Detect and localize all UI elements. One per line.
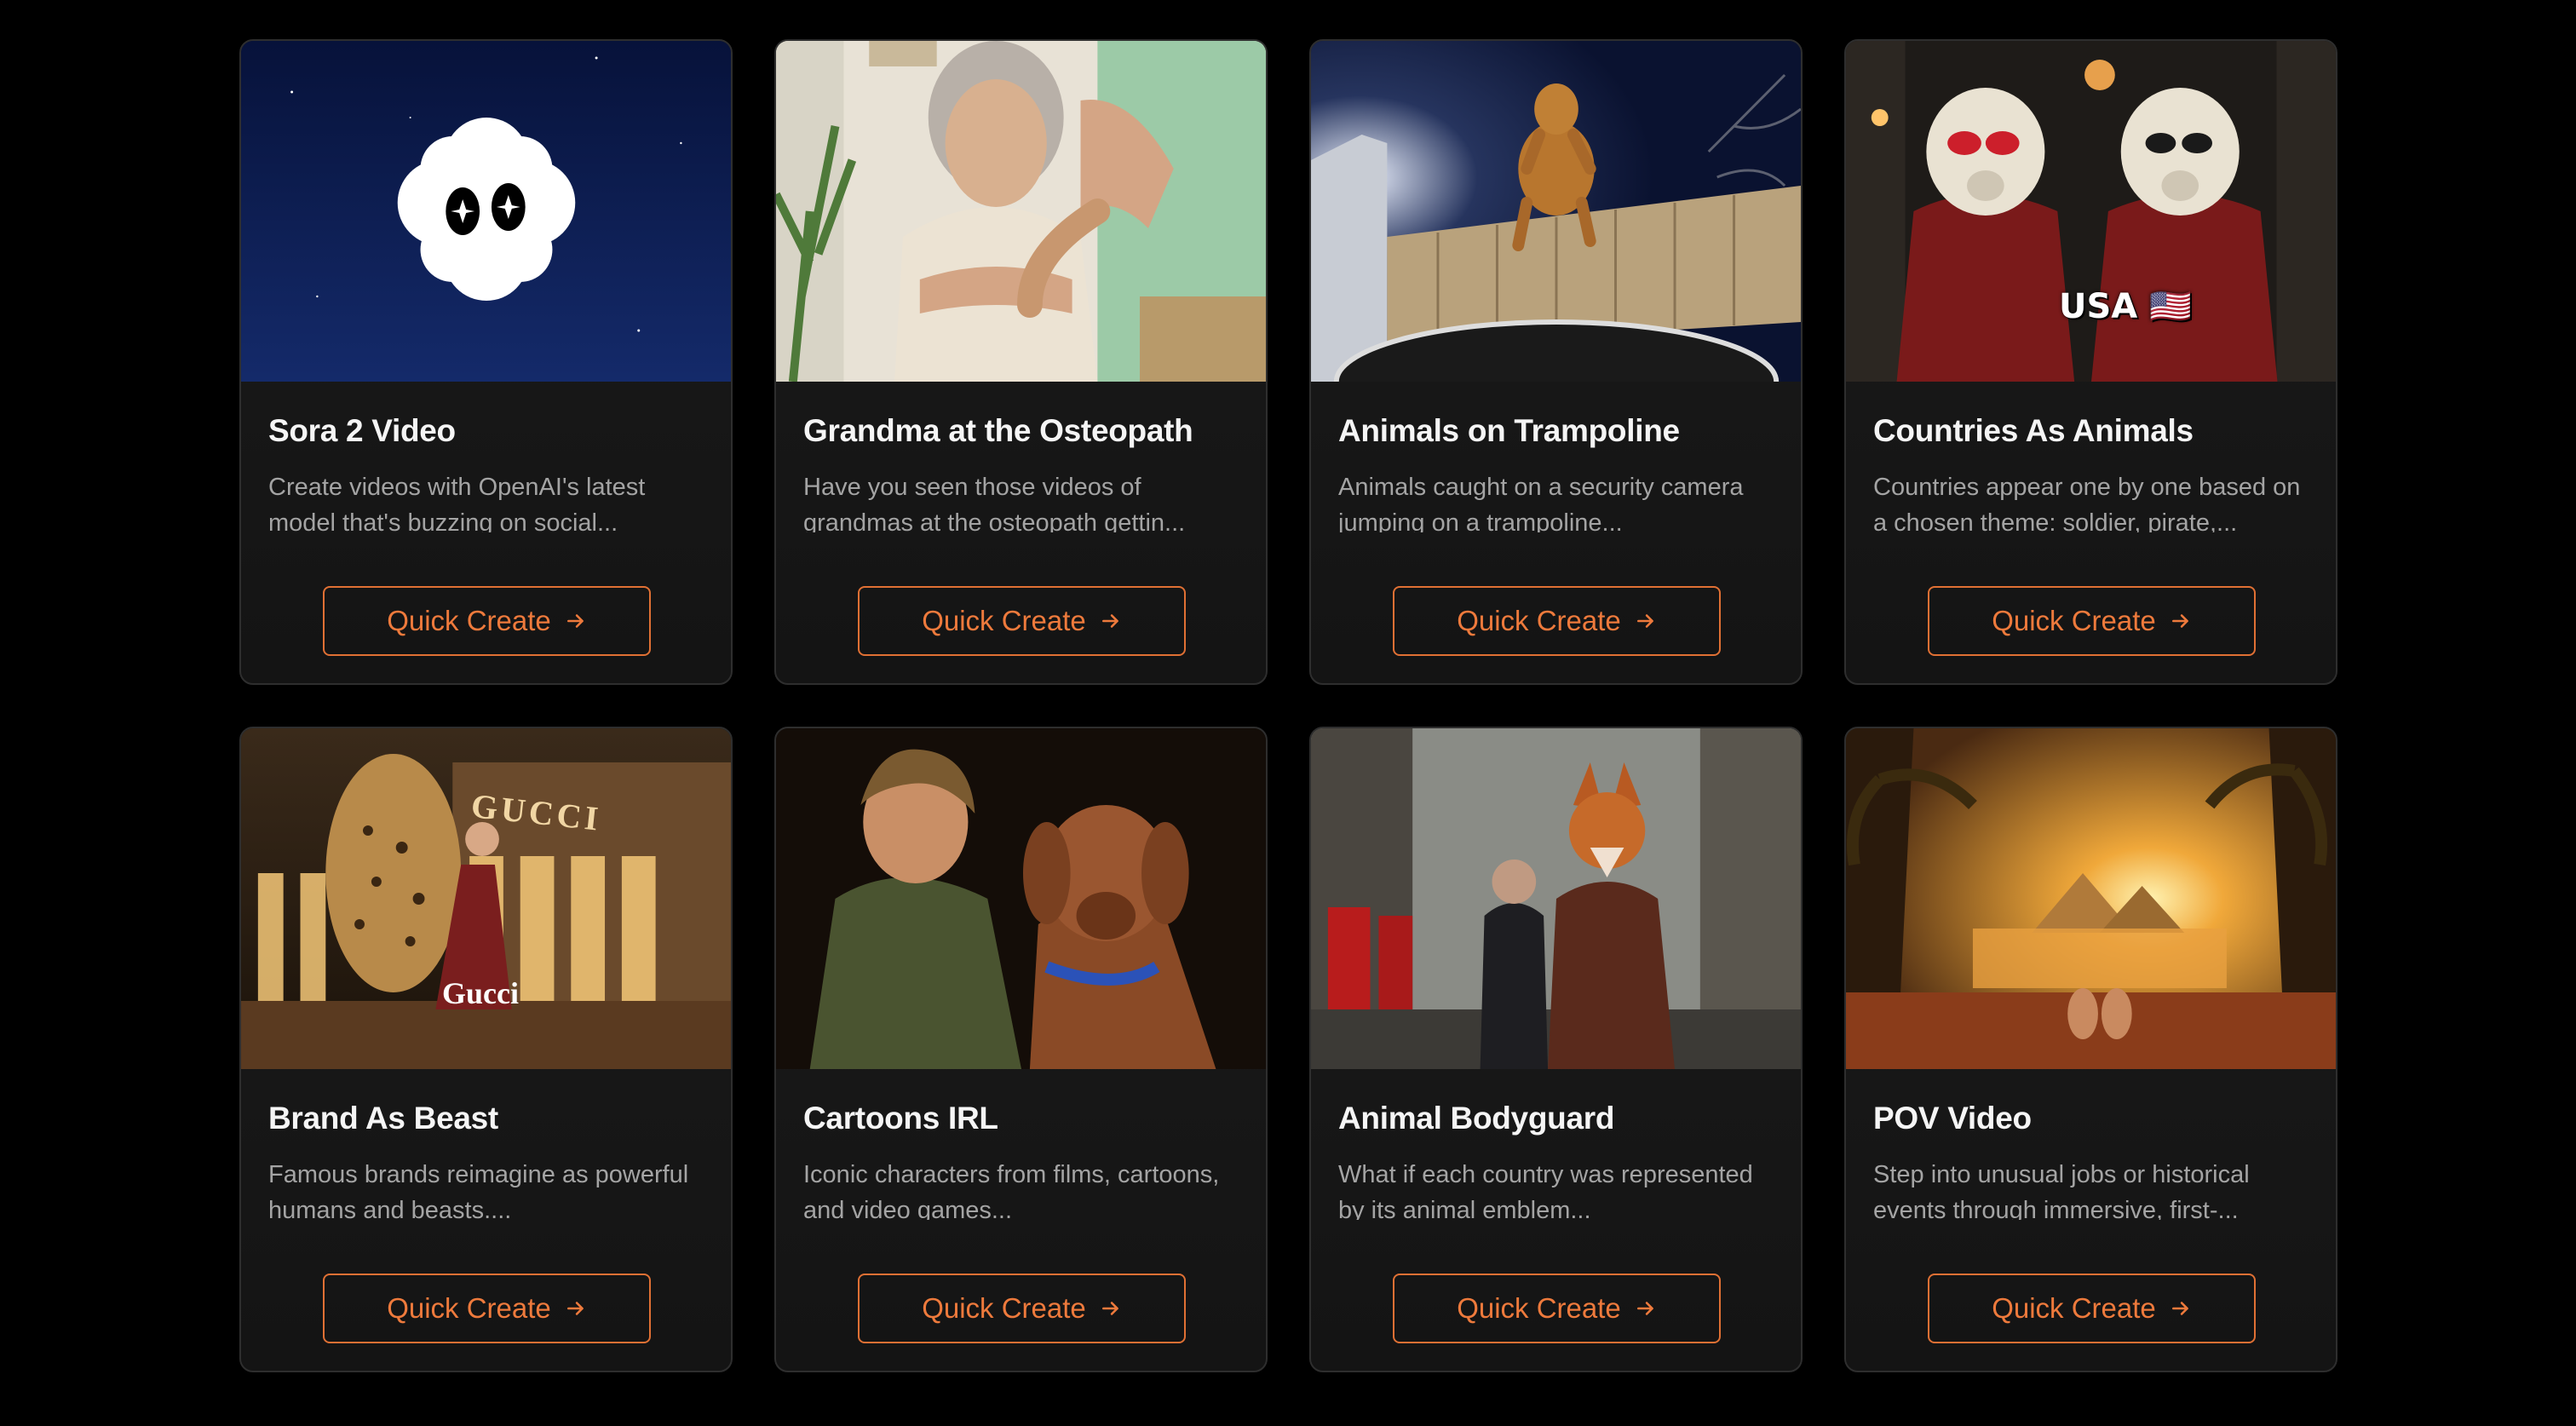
card-title: Countries As Animals bbox=[1873, 413, 2194, 448]
brand-overlay-label: Gucci bbox=[442, 976, 519, 1010]
template-card[interactable]: USA 🇺🇸 Countries As Animals Countries ap… bbox=[1844, 39, 2337, 685]
fox-bodyguard-image bbox=[1311, 728, 1801, 1069]
card-thumbnail[interactable] bbox=[1311, 728, 1801, 1069]
card-description: Animals caught on a security camera jump… bbox=[1338, 474, 1744, 532]
card-title: Animals on Trampoline bbox=[1338, 413, 1680, 448]
sora-logo-image bbox=[241, 41, 731, 382]
card-title: Grandma at the Osteopath bbox=[803, 413, 1193, 448]
quick-create-label: Quick Create bbox=[1992, 1292, 2156, 1324]
card-title: Sora 2 Video bbox=[268, 413, 456, 448]
card-title: Brand As Beast bbox=[268, 1101, 498, 1136]
template-card[interactable]: GUCCI Gucci Brand As Beast Famous brands… bbox=[239, 727, 733, 1372]
leopard-gucci-image bbox=[241, 728, 731, 1069]
arrow-right-icon bbox=[1101, 1302, 1118, 1315]
card-description: Create videos with OpenAI's latest model… bbox=[268, 474, 646, 532]
template-card[interactable]: Animal Bodyguard What if each country wa… bbox=[1309, 727, 1803, 1372]
card-thumbnail[interactable]: USA 🇺🇸 bbox=[1846, 41, 2336, 382]
template-card[interactable]: Sora 2 Video Create videos with OpenAI's… bbox=[239, 39, 733, 685]
quick-create-button[interactable]: Quick Create bbox=[858, 1274, 1186, 1343]
card-description: Iconic characters from films, cartoons, … bbox=[803, 1161, 1220, 1220]
card-description: Countries appear one by one based on a c… bbox=[1873, 474, 2301, 532]
template-card[interactable]: Grandma at the Osteopath Have you seen t… bbox=[774, 39, 1268, 685]
card-description: Step into unusual jobs or historical eve… bbox=[1873, 1161, 2250, 1220]
quick-create-button[interactable]: Quick Create bbox=[1393, 1274, 1721, 1343]
card-title: Animal Bodyguard bbox=[1338, 1101, 1615, 1136]
arrow-right-icon bbox=[566, 1302, 584, 1315]
card-title: POV Video bbox=[1873, 1101, 2032, 1136]
card-thumbnail[interactable] bbox=[241, 41, 731, 382]
quick-create-button[interactable]: Quick Create bbox=[323, 586, 651, 656]
card-thumbnail[interactable]: GUCCI Gucci bbox=[241, 728, 731, 1069]
grandma-osteopath-image bbox=[776, 41, 1266, 382]
dog-trampoline-image bbox=[1311, 41, 1801, 382]
template-card[interactable]: POV Video Step into unusual jobs or hist… bbox=[1844, 727, 2337, 1372]
quick-create-label: Quick Create bbox=[1457, 605, 1621, 636]
man-and-dog-image bbox=[776, 728, 1266, 1069]
card-description: What if each country was represented by … bbox=[1338, 1161, 1753, 1220]
arrow-right-icon bbox=[566, 614, 584, 628]
quick-create-button[interactable]: Quick Create bbox=[1393, 586, 1721, 656]
polar-bears-image bbox=[1846, 41, 2336, 382]
quick-create-label: Quick Create bbox=[1992, 605, 2156, 636]
card-description: Famous brands reimagine as powerful huma… bbox=[268, 1161, 689, 1220]
quick-create-label: Quick Create bbox=[387, 1292, 551, 1324]
arrow-right-icon bbox=[1636, 1302, 1653, 1315]
card-description: Have you seen those videos of grandmas a… bbox=[803, 474, 1186, 532]
arrow-right-icon bbox=[1636, 614, 1653, 628]
quick-create-label: Quick Create bbox=[1457, 1292, 1621, 1324]
template-card[interactable]: Cartoons IRL Iconic characters from film… bbox=[774, 727, 1268, 1372]
quick-create-label: Quick Create bbox=[922, 605, 1086, 636]
template-card[interactable]: Animals on Trampoline Animals caught on … bbox=[1309, 39, 1803, 685]
template-grid: Sora 2 Video Create videos with OpenAI's… bbox=[239, 39, 2337, 1372]
arrow-right-icon bbox=[2171, 614, 2188, 628]
quick-create-label: Quick Create bbox=[387, 605, 551, 636]
card-thumbnail[interactable] bbox=[1311, 41, 1801, 382]
card-thumbnail[interactable] bbox=[1846, 728, 2336, 1069]
card-thumbnail[interactable] bbox=[776, 728, 1266, 1069]
card-title: Cartoons IRL bbox=[803, 1101, 998, 1136]
quick-create-button[interactable]: Quick Create bbox=[323, 1274, 651, 1343]
quick-create-label: Quick Create bbox=[922, 1292, 1086, 1324]
quick-create-button[interactable]: Quick Create bbox=[858, 586, 1186, 656]
card-thumbnail[interactable] bbox=[776, 41, 1266, 382]
quick-create-button[interactable]: Quick Create bbox=[1928, 1274, 2256, 1343]
pov-pyramids-image bbox=[1846, 728, 2336, 1069]
quick-create-button[interactable]: Quick Create bbox=[1928, 586, 2256, 656]
arrow-right-icon bbox=[2171, 1302, 2188, 1315]
arrow-right-icon bbox=[1101, 614, 1118, 628]
country-overlay-label: USA 🇺🇸 bbox=[2059, 287, 2192, 326]
